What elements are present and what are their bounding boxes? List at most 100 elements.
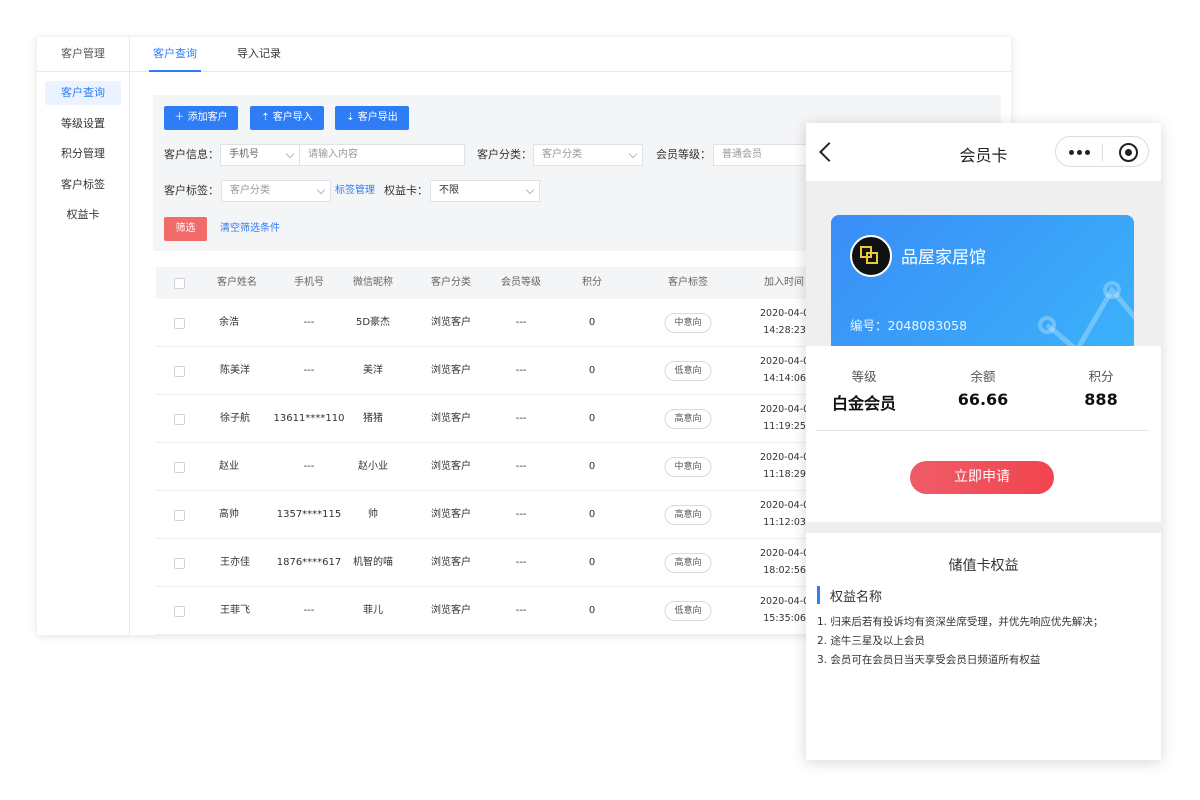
cell-name: 余浩 — [219, 317, 239, 328]
sidebar-item-level-settings[interactable]: 等级设置 — [45, 112, 121, 136]
card-number: 编号：2048083058 — [850, 318, 968, 333]
customer-tag-label: 客户标签： — [164, 184, 219, 197]
select-all-checkbox[interactable] — [174, 278, 185, 289]
member-card-phone: 会员卡 品屋家居馆 编号：2048083058 等级 白金会员 余额 66.66… — [806, 123, 1161, 760]
category-select[interactable]: 客户分类 — [533, 144, 643, 166]
cell-level: --- — [515, 509, 527, 520]
cell-category: 浏览客户 — [431, 509, 471, 520]
cell-phone: --- — [303, 365, 315, 376]
cell-name: 王亦佳 — [220, 557, 250, 568]
cell-phone: 1876****617 — [276, 557, 342, 568]
info-type-select[interactable]: 手机号 — [220, 144, 300, 166]
download-icon: ⇣ — [346, 112, 358, 123]
row-checkbox[interactable] — [174, 414, 185, 425]
upload-icon: ⇡ — [261, 112, 273, 123]
cell-category: 浏览客户 — [431, 605, 471, 616]
cell-phone: 13611****110 — [273, 413, 345, 424]
benefits-title: 储值卡权益 — [948, 558, 1019, 574]
cell-join-time: 2020-04-0 14:28:23 — [760, 308, 810, 336]
sidebar-item-points[interactable]: 积分管理 — [45, 142, 121, 166]
intent-tag: 中意向 — [664, 313, 712, 333]
header-name: 客户姓名 — [217, 277, 257, 288]
cell-level: --- — [515, 605, 527, 616]
cell-name: 王菲飞 — [220, 605, 250, 616]
stat-level-value: 白金会员 — [831, 394, 897, 413]
row-checkbox[interactable] — [174, 366, 185, 377]
benefit-card-label: 权益卡： — [384, 184, 428, 197]
card-decoration-icon — [1038, 281, 1134, 354]
customer-info-label: 客户信息： — [164, 148, 219, 161]
cell-wechat: 赵小业 — [358, 461, 388, 472]
header-level: 会员等级 — [501, 277, 541, 288]
tag-manage-link[interactable]: 标签管理 — [335, 180, 375, 202]
cell-name: 赵业 — [219, 461, 239, 472]
cell-join-time: 2020-04-0 11:12:03 — [760, 500, 810, 528]
sidebar-item-tags[interactable]: 客户标签 — [45, 173, 121, 197]
benefit-name: 权益名称 — [830, 590, 883, 605]
apply-now-button[interactable]: 立即申请 — [910, 461, 1054, 494]
export-customer-button[interactable]: ⇣ 客户导出 — [335, 106, 409, 130]
row-checkbox[interactable] — [174, 606, 185, 617]
intent-tag: 低意向 — [664, 601, 712, 621]
brand-logo-icon — [850, 235, 892, 277]
cell-category: 浏览客户 — [431, 365, 471, 376]
import-customer-button[interactable]: ⇡ 客户导入 — [250, 106, 324, 130]
cell-category: 浏览客户 — [431, 461, 471, 472]
header-join-time: 加入时间 — [764, 277, 804, 288]
cell-points: 0 — [588, 317, 596, 328]
stat-level-label: 等级 — [851, 369, 877, 384]
cell-level: --- — [515, 413, 527, 424]
row-checkbox[interactable] — [174, 510, 185, 521]
row-checkbox[interactable] — [174, 558, 185, 569]
sidebar-title: 客户管理 — [37, 37, 129, 72]
cell-points: 0 — [588, 461, 596, 472]
cell-level: --- — [515, 365, 527, 376]
sidebar-item-benefit-card[interactable]: 权益卡 — [45, 203, 121, 227]
cell-join-time: 2020-04-0 11:18:29 — [760, 452, 810, 480]
header-tag: 客户标签 — [668, 277, 708, 288]
intent-tag: 高意向 — [664, 409, 712, 429]
header-phone: 手机号 — [294, 277, 324, 288]
cell-wechat: 5D豪杰 — [355, 317, 391, 328]
stat-balance-label: 余额 — [970, 369, 996, 384]
cell-join-time: 2020-04-0 11:19:25 — [760, 404, 810, 432]
cell-points: 0 — [588, 365, 596, 376]
info-search-input[interactable]: 请输入内容 — [299, 144, 465, 166]
filter-button[interactable]: 筛选 — [164, 217, 207, 241]
stat-points-label: 积分 — [1088, 369, 1114, 384]
cell-phone: --- — [303, 317, 315, 328]
add-customer-button[interactable]: ＋ 添加客户 — [164, 106, 238, 130]
header-category: 客户分类 — [431, 277, 471, 288]
tab-customer-query[interactable]: 客户查询 — [149, 37, 201, 72]
more-dots-icon[interactable] — [1069, 150, 1091, 156]
cell-points: 0 — [588, 605, 596, 616]
cell-join-time: 2020-04-0 18:02:56 — [760, 548, 810, 576]
cell-join-time: 2020-04-0 14:14:06 — [760, 356, 810, 384]
cell-name: 高帅 — [219, 509, 239, 520]
customer-tag-select[interactable]: 客户分类 — [221, 180, 331, 202]
tab-import-records[interactable]: 导入记录 — [233, 37, 285, 72]
member-stats: 等级 白金会员 余额 66.66 积分 888 立即申请 — [806, 346, 1161, 522]
cell-name: 陈美洋 — [220, 365, 250, 376]
sidebar-item-customer-query[interactable]: 客户查询 — [45, 81, 121, 105]
row-checkbox[interactable] — [174, 462, 185, 473]
benefit-item: 1. 归来后若有投诉均有资深坐席受理，并优先响应优先解决； — [817, 616, 1104, 628]
benefit-card-select[interactable]: 不限 — [430, 180, 540, 202]
cell-category: 浏览客户 — [431, 413, 471, 424]
cell-level: --- — [515, 317, 527, 328]
intent-tag: 高意向 — [664, 505, 712, 525]
mini-program-capsule — [1055, 136, 1149, 167]
clear-filters-link[interactable]: 清空筛选条件 — [220, 218, 280, 240]
category-label: 客户分类： — [477, 148, 532, 161]
chevron-down-icon — [628, 149, 638, 159]
benefit-item: 3. 会员可在会员日当天享受会员日频道所有权益 — [817, 654, 1041, 666]
close-target-icon[interactable] — [1119, 143, 1138, 162]
phone-nav-bar: 会员卡 — [806, 123, 1161, 181]
intent-tag: 高意向 — [664, 553, 712, 573]
intent-tag: 中意向 — [664, 457, 712, 477]
cell-level: --- — [515, 557, 527, 568]
row-checkbox[interactable] — [174, 318, 185, 329]
cell-join-time: 2020-04-0 15:35:06 — [760, 596, 810, 624]
header-wechat: 微信昵称 — [353, 277, 393, 288]
cell-level: --- — [515, 461, 527, 472]
